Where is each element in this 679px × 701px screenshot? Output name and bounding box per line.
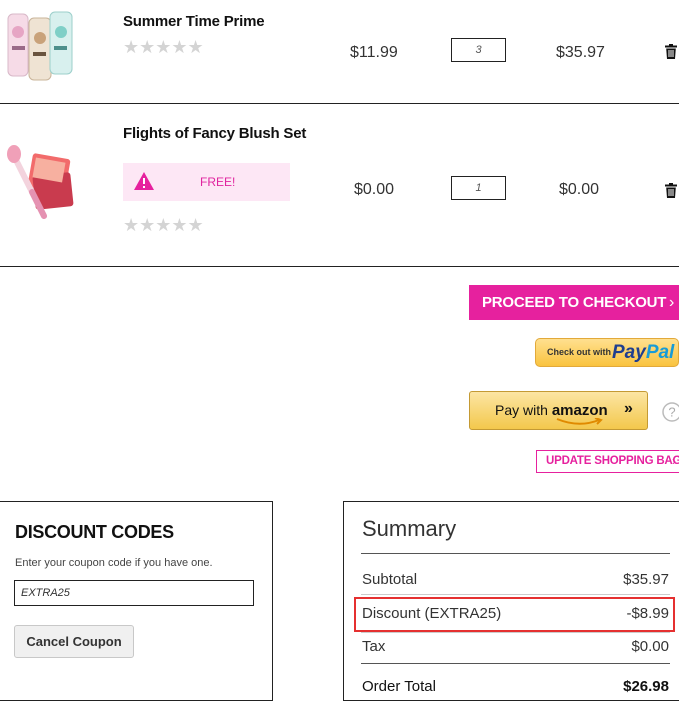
- line-total: $0.00: [559, 181, 600, 198]
- subtotal-label: Subtotal: [362, 571, 418, 588]
- amazon-smile-icon: [556, 418, 603, 425]
- order-total-label: Order Total: [362, 678, 436, 695]
- product-name[interactable]: Flights of Fancy Blush Set: [123, 125, 306, 142]
- svg-text:?: ?: [668, 405, 675, 420]
- coupon-code-input[interactable]: EXTRA25: [14, 580, 254, 606]
- cart-item: Summer Time Prime ★★★★★ $11.99 3 $35.97: [0, 0, 679, 103]
- star-rating: ★★★★★: [123, 37, 204, 57]
- order-total-value: $26.98: [623, 678, 669, 695]
- line-total: $35.97: [556, 44, 605, 61]
- cart-item: Flights of Fancy Blush Set ★★★★★ $0.00 1…: [0, 104, 679, 266]
- proceed-to-checkout-button[interactable]: PROCEED TO CHECKOUT: [469, 285, 679, 320]
- amazon-pay-label: Pay with amazon: [495, 402, 608, 419]
- update-shopping-bag-button[interactable]: UPDATE SHOPPING BAG: [536, 450, 679, 473]
- free-label: FREE!: [200, 175, 236, 189]
- summary-divider: [361, 594, 670, 595]
- discount-value: -$8.99: [626, 605, 669, 622]
- quantity-input[interactable]: 1: [451, 176, 506, 200]
- double-chevron-icon: »: [624, 400, 633, 417]
- trash-icon[interactable]: [665, 44, 677, 59]
- unit-price: $11.99: [350, 44, 398, 61]
- help-icon[interactable]: ?: [662, 402, 679, 422]
- cancel-coupon-button[interactable]: Cancel Coupon: [14, 625, 134, 658]
- chevron-right-icon: ›: [672, 454, 676, 468]
- subtotal-value: $35.97: [623, 571, 669, 588]
- chevron-right-icon: ›: [669, 294, 675, 311]
- unit-price: $0.00: [354, 181, 395, 198]
- tax-label: Tax: [362, 638, 386, 655]
- trash-icon[interactable]: [665, 183, 677, 198]
- product-name[interactable]: Summer Time Prime: [123, 13, 265, 30]
- summary-divider: [361, 553, 670, 554]
- summary-title: Summary: [362, 516, 457, 541]
- discount-help-text: Enter your coupon code if you have one.: [15, 557, 213, 569]
- item-divider: [0, 266, 679, 267]
- warning-icon: [134, 172, 154, 190]
- summary-divider: [361, 663, 670, 664]
- product-image[interactable]: [6, 8, 76, 88]
- summary-divider: [361, 632, 670, 633]
- product-image[interactable]: [4, 144, 76, 226]
- paypal-logo: PayPal: [612, 342, 675, 363]
- star-rating: ★★★★★: [123, 215, 204, 235]
- discount-label: Discount (EXTRA25): [362, 605, 502, 622]
- paypal-caption: Check out with: [547, 347, 612, 357]
- discount-title: DISCOUNT CODES: [15, 522, 174, 542]
- tax-value: $0.00: [631, 638, 669, 655]
- quantity-input[interactable]: 3: [451, 38, 506, 62]
